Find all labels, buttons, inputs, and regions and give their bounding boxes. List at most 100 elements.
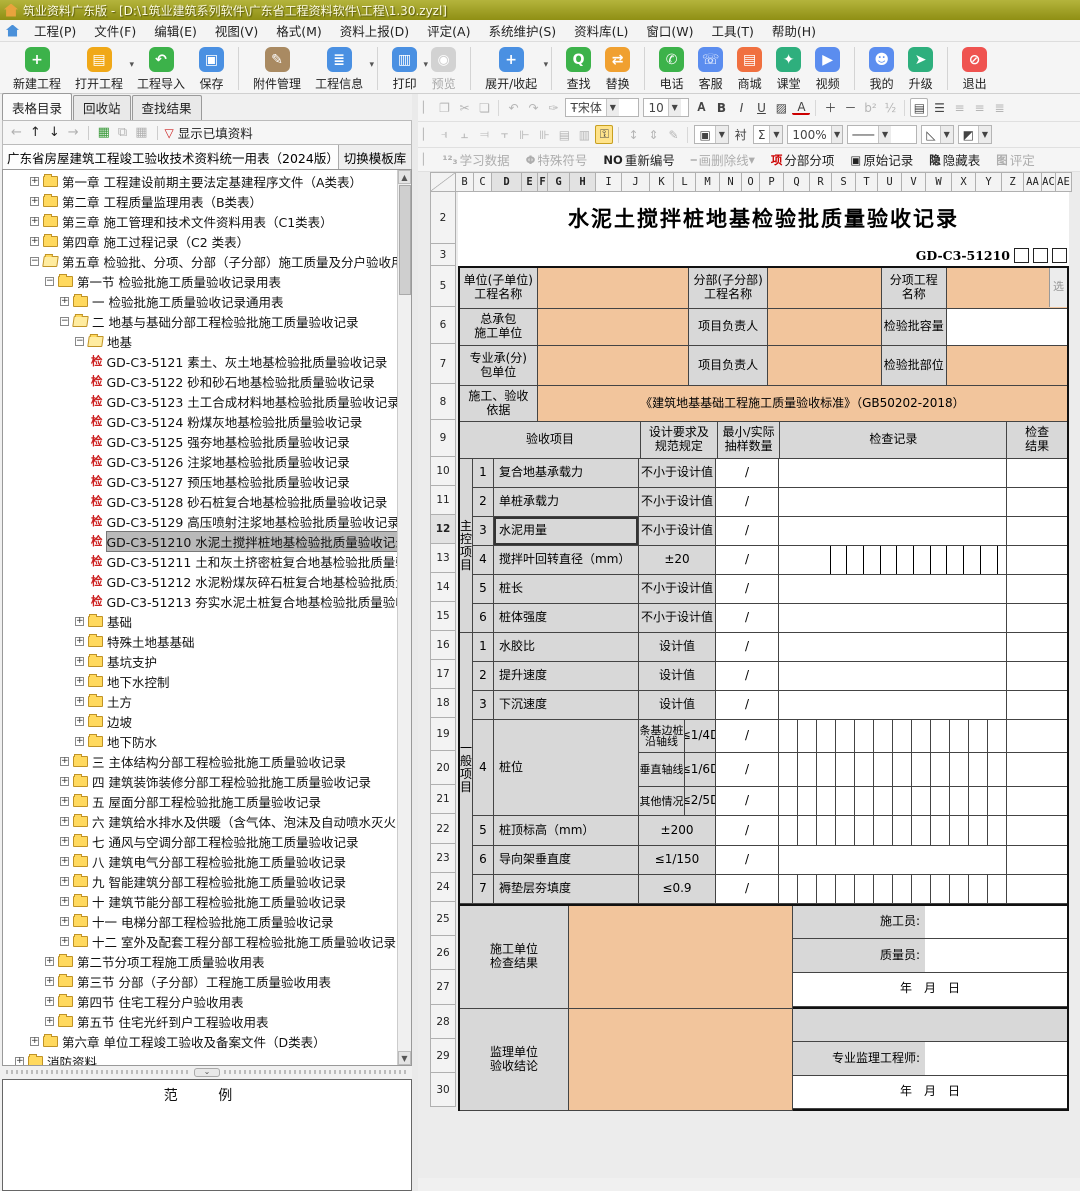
- expand-icon[interactable]: +: [75, 737, 84, 746]
- row-header-19[interactable]: 19: [430, 718, 456, 751]
- expand-icon[interactable]: +: [30, 217, 39, 226]
- select-button[interactable]: 选: [1049, 268, 1067, 307]
- tree-item[interactable]: +第四章 施工过程记录（C2 类表）: [3, 231, 399, 251]
- record-box-cell[interactable]: [817, 875, 836, 903]
- column-header-E[interactable]: E: [522, 172, 538, 192]
- print-button[interactable]: ▥打印▾: [385, 44, 424, 93]
- lock-icon[interactable]: ⚿: [595, 125, 613, 144]
- dropdown-arrow-icon[interactable]: ▼: [606, 99, 619, 116]
- align-right-icon[interactable]: ≡: [970, 98, 988, 117]
- record-box-cell[interactable]: [779, 875, 798, 903]
- record-box-cell[interactable]: [950, 787, 969, 815]
- tree-item[interactable]: +十一 电梯分部工程检验批施工质量验收记录: [3, 911, 399, 931]
- tree-item[interactable]: 检GD-C3-5125 强夯地基检验批质量验收记录: [3, 431, 399, 451]
- align-justify-icon[interactable]: ≣: [990, 98, 1008, 117]
- item-name-cell[interactable]: 提升速度: [494, 662, 639, 691]
- column-header-H[interactable]: H: [570, 172, 596, 192]
- redo-icon[interactable]: ↷: [524, 98, 542, 117]
- record-box-cell[interactable]: [798, 875, 817, 903]
- expand-icon[interactable]: +: [60, 777, 69, 786]
- tree-item[interactable]: +基础: [3, 611, 399, 631]
- record-box-cell[interactable]: [963, 546, 980, 574]
- fill-color-icon[interactable]: ▨: [772, 98, 790, 117]
- item-name-cell[interactable]: 褥垫层夯填度: [494, 875, 639, 904]
- sample-cell[interactable]: /: [716, 691, 779, 720]
- diagonal-select[interactable]: ◺▼: [921, 125, 953, 144]
- sample-cell[interactable]: /: [716, 720, 779, 753]
- sample-cell[interactable]: /: [716, 787, 779, 816]
- tree-item[interactable]: −第一节 检验批施工质量验收记录用表: [3, 271, 399, 291]
- expand-icon[interactable]: +: [30, 197, 39, 206]
- image-insert-select[interactable]: ▣▼: [694, 125, 728, 144]
- record-box-cell[interactable]: [863, 546, 880, 574]
- sample-cell[interactable]: /: [716, 875, 779, 904]
- tree-item[interactable]: +九 智能建筑分部工程检验批施工质量验收记录: [3, 871, 399, 891]
- column-header-AE[interactable]: AE: [1056, 172, 1072, 192]
- record-box-cell[interactable]: [930, 546, 947, 574]
- record-box-cell[interactable]: [931, 787, 950, 815]
- row-header-10[interactable]: 10: [430, 457, 456, 486]
- insert-col-icon[interactable]: ⊪: [535, 125, 553, 144]
- row-header-24[interactable]: 24: [430, 873, 456, 902]
- info-value-cell[interactable]: [768, 309, 881, 346]
- item-name-cell[interactable]: 水泥用量: [494, 517, 639, 546]
- item-name-cell[interactable]: 导向架垂直度: [494, 846, 639, 875]
- show-filled-filter[interactable]: 显示已填资料: [178, 123, 253, 142]
- record-box-cell[interactable]: [874, 875, 893, 903]
- tree-item[interactable]: +三 主体结构分部工程检验批施工质量验收记录: [3, 751, 399, 771]
- record-box-cell[interactable]: [950, 875, 969, 903]
- exit-button[interactable]: ⊘退出: [955, 44, 994, 93]
- column-header-K[interactable]: K: [650, 172, 674, 192]
- column-header-P[interactable]: P: [760, 172, 784, 192]
- open-project-button[interactable]: ▤打开工程▾: [68, 44, 130, 93]
- item-name-cell[interactable]: 桩长: [494, 575, 639, 604]
- column-header-AA[interactable]: AA: [1024, 172, 1042, 192]
- item-no-cell[interactable]: 3: [473, 517, 494, 546]
- dropdown-arrow-icon[interactable]: ▼: [668, 99, 681, 116]
- tree-item[interactable]: +第一章 工程建设前期主要法定基建程序文件（A类表）: [3, 171, 399, 191]
- info-value-cell[interactable]: [538, 309, 689, 346]
- item-name-cell[interactable]: 桩位: [494, 720, 639, 816]
- sample-cell[interactable]: /: [716, 662, 779, 691]
- info-value-cell[interactable]: [947, 309, 1067, 346]
- record-box-cell[interactable]: [836, 787, 855, 815]
- column-header-N[interactable]: N: [720, 172, 742, 192]
- paste-icon[interactable]: ❏: [475, 98, 493, 117]
- tree-item[interactable]: +七 通风与空调分部工程检验批施工质量验收记录: [3, 831, 399, 851]
- record-box-cell[interactable]: [912, 816, 931, 845]
- record-box-cell[interactable]: [893, 875, 912, 903]
- info-value-cell[interactable]: [768, 268, 881, 309]
- column-header-Z[interactable]: Z: [1002, 172, 1024, 192]
- info-value-cell[interactable]: [538, 268, 689, 309]
- record-box-cell[interactable]: [980, 546, 998, 574]
- menu-item-工具T[interactable]: 工具(T): [703, 19, 763, 42]
- fraction-icon[interactable]: ½: [881, 98, 899, 117]
- find-button[interactable]: Q查找: [559, 44, 598, 93]
- copy-table-icon[interactable]: ⧉: [118, 125, 127, 140]
- menu-item-视图V[interactable]: 视图(V): [206, 19, 267, 42]
- video-button[interactable]: ▶视频: [808, 44, 847, 93]
- increase-font-icon[interactable]: ＋: [821, 98, 839, 117]
- record-cell[interactable]: [779, 546, 1007, 575]
- pattern-icon[interactable]: 衬: [732, 125, 750, 144]
- row-header-8[interactable]: 8: [430, 384, 456, 420]
- split-right-icon[interactable]: ⫤: [475, 125, 493, 144]
- result-cell[interactable]: [1007, 633, 1067, 662]
- sample-cell[interactable]: /: [716, 517, 779, 546]
- tree-item[interactable]: 检GD-C3-5127 预压地基检验批质量验收记录: [3, 471, 399, 491]
- record-box-cell[interactable]: [874, 720, 893, 752]
- expand-icon[interactable]: +: [30, 1037, 39, 1046]
- item-no-cell[interactable]: 1: [473, 633, 494, 662]
- split-icon[interactable]: ⫟: [495, 125, 513, 144]
- result-cell[interactable]: [1007, 459, 1067, 488]
- tree-item[interactable]: +第二章 工程质量监理用表（B类表）: [3, 191, 399, 211]
- dropdown-arrow-icon[interactable]: ▼: [878, 126, 891, 143]
- project-info-button[interactable]: ≣工程信息▾: [308, 44, 370, 93]
- footer-conclusion-cell[interactable]: [569, 1009, 793, 1111]
- dropdown-arrow-icon[interactable]: ▼: [831, 126, 843, 143]
- profile-button[interactable]: ☻我的: [862, 44, 901, 93]
- result-cell[interactable]: [1007, 488, 1067, 517]
- font-style-icon[interactable]: 𝐀: [692, 98, 710, 117]
- column-header-M[interactable]: M: [696, 172, 720, 192]
- expand-icon[interactable]: +: [60, 897, 69, 906]
